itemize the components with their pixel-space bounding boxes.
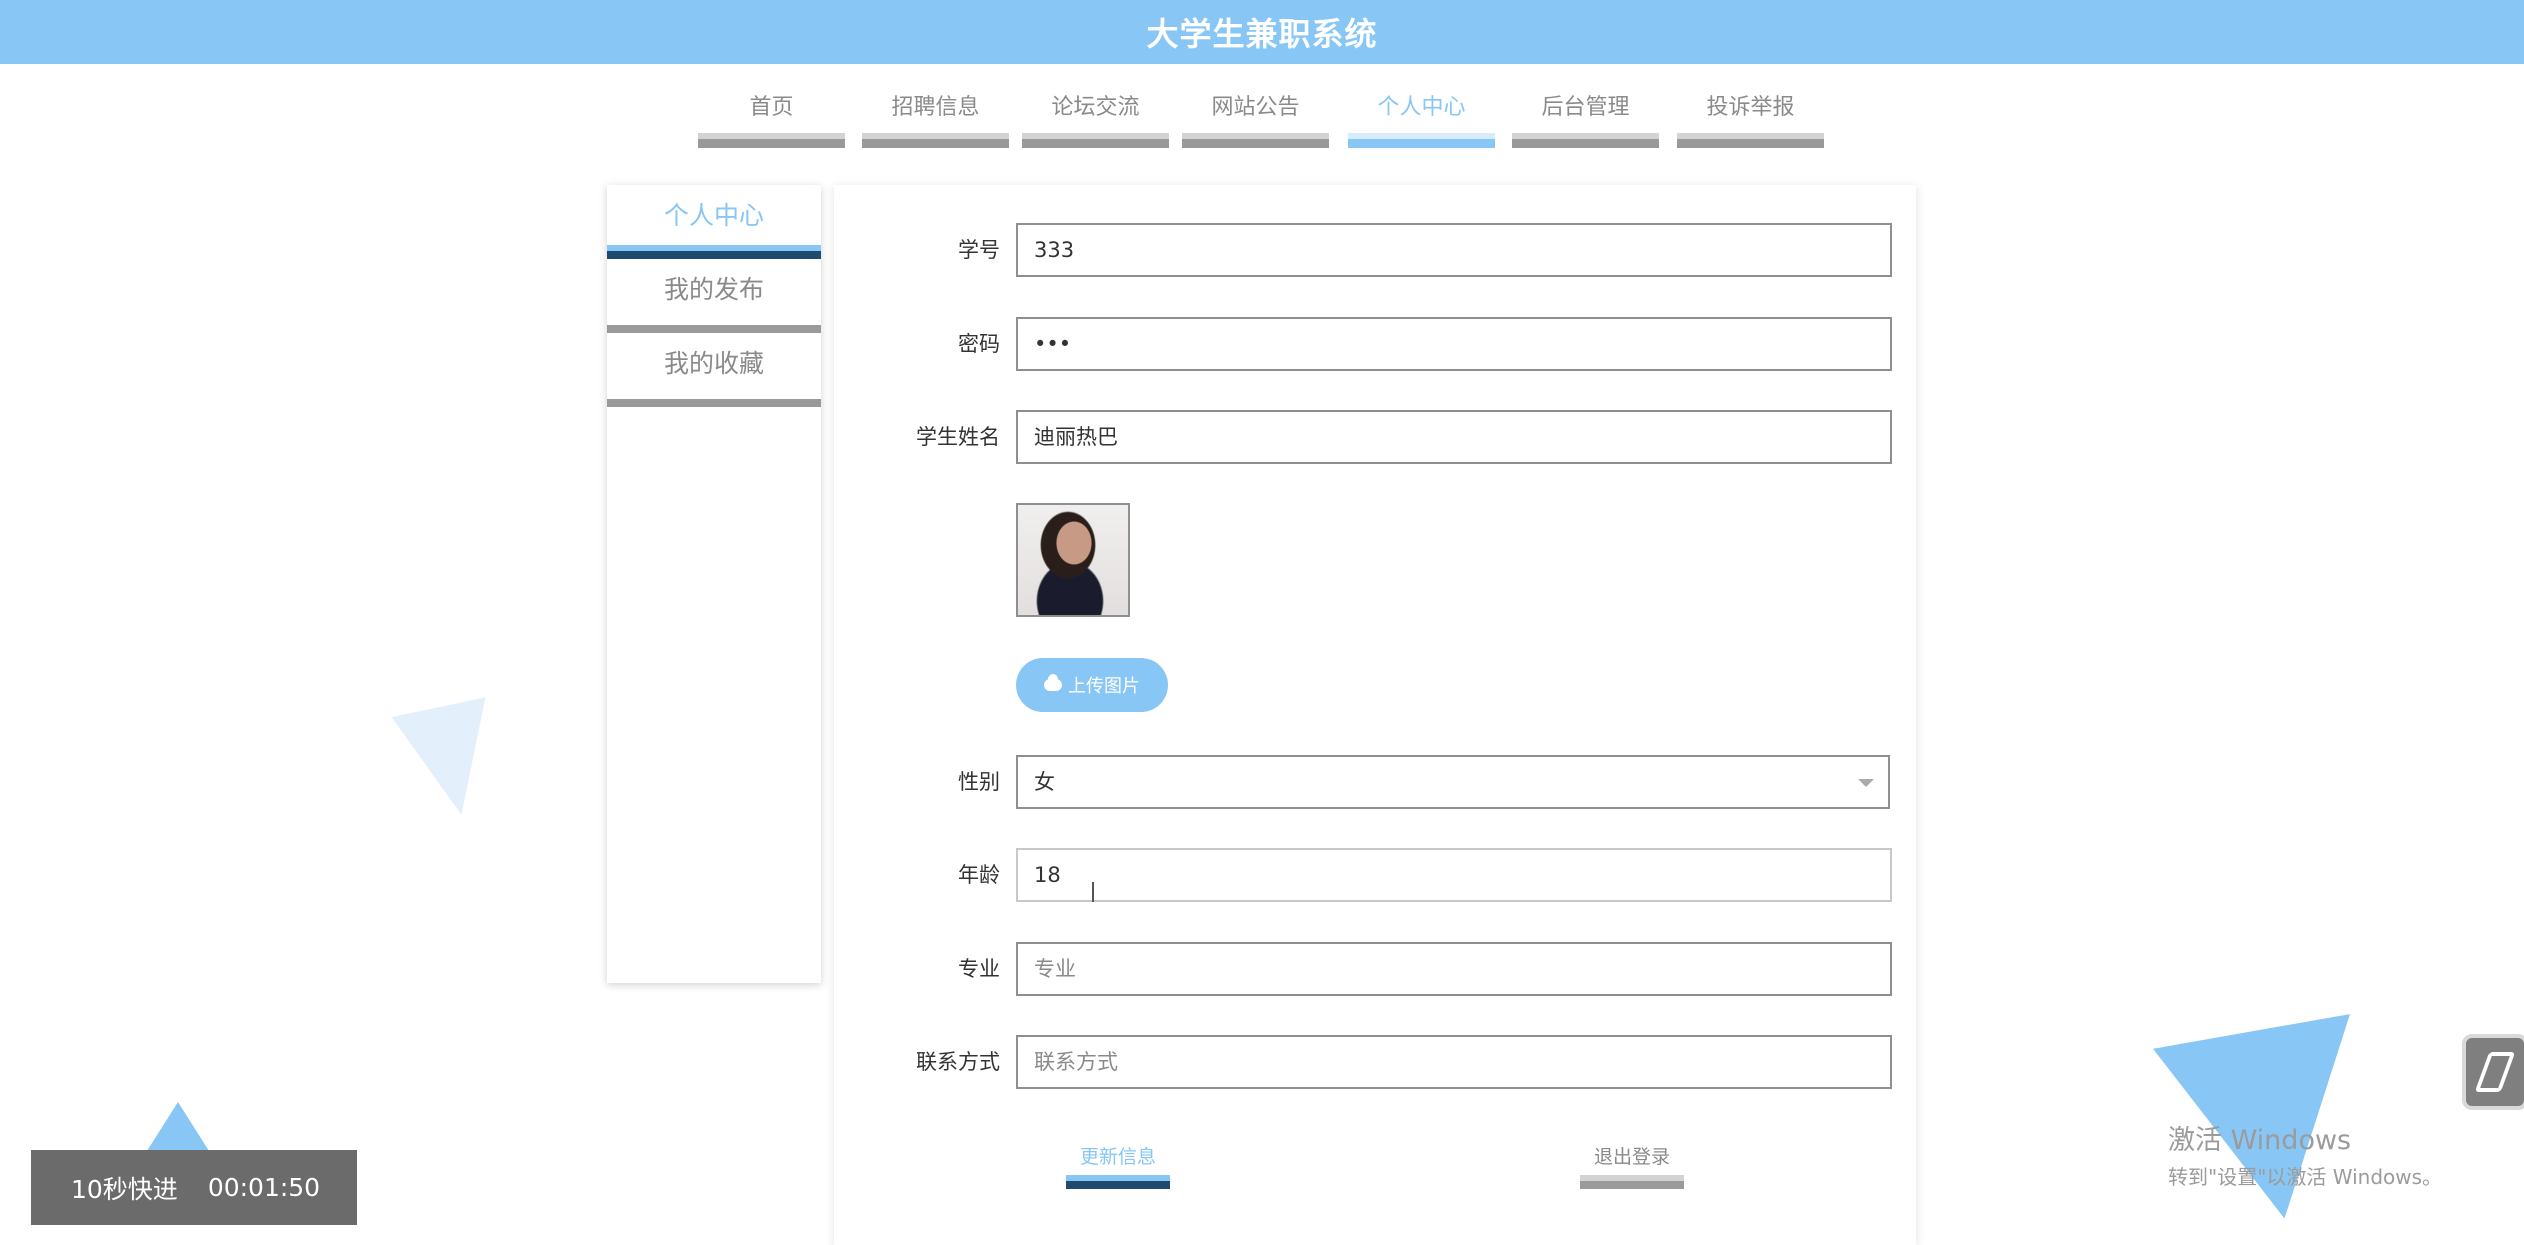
upload-image-button[interactable]: 上传图片 xyxy=(1016,658,1168,712)
age-input[interactable] xyxy=(1016,848,1892,902)
update-info-label: 更新信息 xyxy=(1079,1146,1156,1168)
nav-item-forum[interactable]: 论坛交流 xyxy=(1022,88,1169,148)
student-name-label: 学生姓名 xyxy=(916,425,1000,449)
nav-item-label: 论坛交流 xyxy=(1051,95,1140,120)
gender-select[interactable]: 女 xyxy=(1016,755,1890,809)
nav-underline xyxy=(1182,133,1329,148)
form-row-age: 年龄 xyxy=(834,848,1916,902)
logout-button[interactable]: 退出登录 xyxy=(1580,1143,1684,1189)
sidebar-item-my-favorites[interactable]: 我的收藏 xyxy=(607,333,821,407)
age-label: 年龄 xyxy=(958,863,1000,887)
sidebar-item-label: 我的发布 xyxy=(663,275,764,304)
nav-underline xyxy=(1022,133,1169,148)
student-id-label: 学号 xyxy=(958,238,1000,262)
sidebar-underline xyxy=(607,399,821,407)
form-row-gender: 性别 女 xyxy=(834,755,1916,809)
profile-form: 学号 密码 学生姓名 上传图片 性别 女 年龄 专业 联系方式 更新信息 退出登… xyxy=(834,185,1916,1245)
nav-item-label: 首页 xyxy=(749,95,794,120)
sidebar: 个人中心 我的发布 我的收藏 xyxy=(607,185,821,983)
nav-underline xyxy=(1677,133,1824,148)
nav-item-complaints[interactable]: 投诉举报 xyxy=(1677,88,1824,148)
student-name-input[interactable] xyxy=(1016,410,1892,464)
floating-tool-button[interactable] xyxy=(2462,1034,2524,1110)
student-id-input[interactable] xyxy=(1016,223,1892,277)
sidebar-item-personal-center[interactable]: 个人中心 xyxy=(607,185,821,259)
lightning-icon xyxy=(2474,1052,2516,1092)
cloud-upload-icon xyxy=(1044,674,1062,691)
nav-underline xyxy=(698,133,845,148)
text-cursor xyxy=(1092,882,1094,902)
site-header: 大学生兼职系统 xyxy=(0,0,2524,64)
avatar-image xyxy=(1016,503,1130,617)
major-input[interactable] xyxy=(1016,942,1892,996)
logout-underline xyxy=(1580,1175,1684,1189)
chevron-down-icon xyxy=(1858,779,1874,787)
upload-image-label: 上传图片 xyxy=(1068,676,1140,697)
nav-underline xyxy=(1348,133,1495,148)
nav-item-label: 投诉举报 xyxy=(1706,95,1795,120)
sidebar-item-my-posts[interactable]: 我的发布 xyxy=(607,259,821,333)
nav-underline xyxy=(1512,133,1659,148)
major-label: 专业 xyxy=(958,957,1000,981)
logout-label: 退出登录 xyxy=(1593,1146,1670,1168)
contact-input[interactable] xyxy=(1016,1035,1892,1089)
update-info-button[interactable]: 更新信息 xyxy=(1066,1143,1170,1189)
windows-activation-watermark: 激活 Windows 转到"设置"以激活 Windows。 xyxy=(2168,1118,2442,1190)
nav-item-label: 招聘信息 xyxy=(891,95,980,120)
update-underline xyxy=(1066,1175,1170,1189)
nav-item-label: 网站公告 xyxy=(1211,95,1300,120)
form-row-student-id: 学号 xyxy=(834,223,1916,277)
nav-item-label: 个人中心 xyxy=(1377,95,1466,120)
watermark-title: 激活 Windows xyxy=(2168,1125,2352,1156)
nav-item-home[interactable]: 首页 xyxy=(698,88,845,148)
nav-item-notices[interactable]: 网站公告 xyxy=(1182,88,1329,148)
contact-label: 联系方式 xyxy=(916,1050,1000,1074)
form-row-password: 密码 xyxy=(834,317,1916,371)
video-player-bar: 10秒快进 00:01:50 xyxy=(31,1150,357,1225)
form-row-major: 专业 xyxy=(834,942,1916,996)
sidebar-underline xyxy=(607,325,821,333)
sidebar-underline xyxy=(607,245,821,259)
gender-label: 性别 xyxy=(958,770,1000,794)
form-row-contact: 联系方式 xyxy=(834,1035,1916,1089)
password-input[interactable] xyxy=(1016,317,1892,371)
nav-item-jobs[interactable]: 招聘信息 xyxy=(862,88,1009,148)
password-label: 密码 xyxy=(958,332,1000,356)
watermark-subtitle: 转到"设置"以激活 Windows。 xyxy=(2168,1165,2443,1189)
nav-item-label: 后台管理 xyxy=(1541,95,1630,120)
nav-item-admin[interactable]: 后台管理 xyxy=(1512,88,1659,148)
form-row-student-name: 学生姓名 xyxy=(834,410,1916,464)
skip-forward-button[interactable]: 10秒快进 xyxy=(71,1170,178,1206)
playback-time: 00:01:50 xyxy=(207,1173,321,1202)
main-nav: 首页 招聘信息 论坛交流 网站公告 个人中心 后台管理 投诉举报 xyxy=(698,88,1824,148)
site-title: 大学生兼职系统 xyxy=(1146,15,1378,53)
gender-value: 女 xyxy=(1034,770,1055,794)
nav-underline xyxy=(862,133,1009,148)
sidebar-item-label: 我的收藏 xyxy=(663,349,764,378)
decor-triangle xyxy=(391,697,509,825)
sidebar-item-label: 个人中心 xyxy=(663,201,764,230)
nav-item-personal-center[interactable]: 个人中心 xyxy=(1348,88,1495,148)
